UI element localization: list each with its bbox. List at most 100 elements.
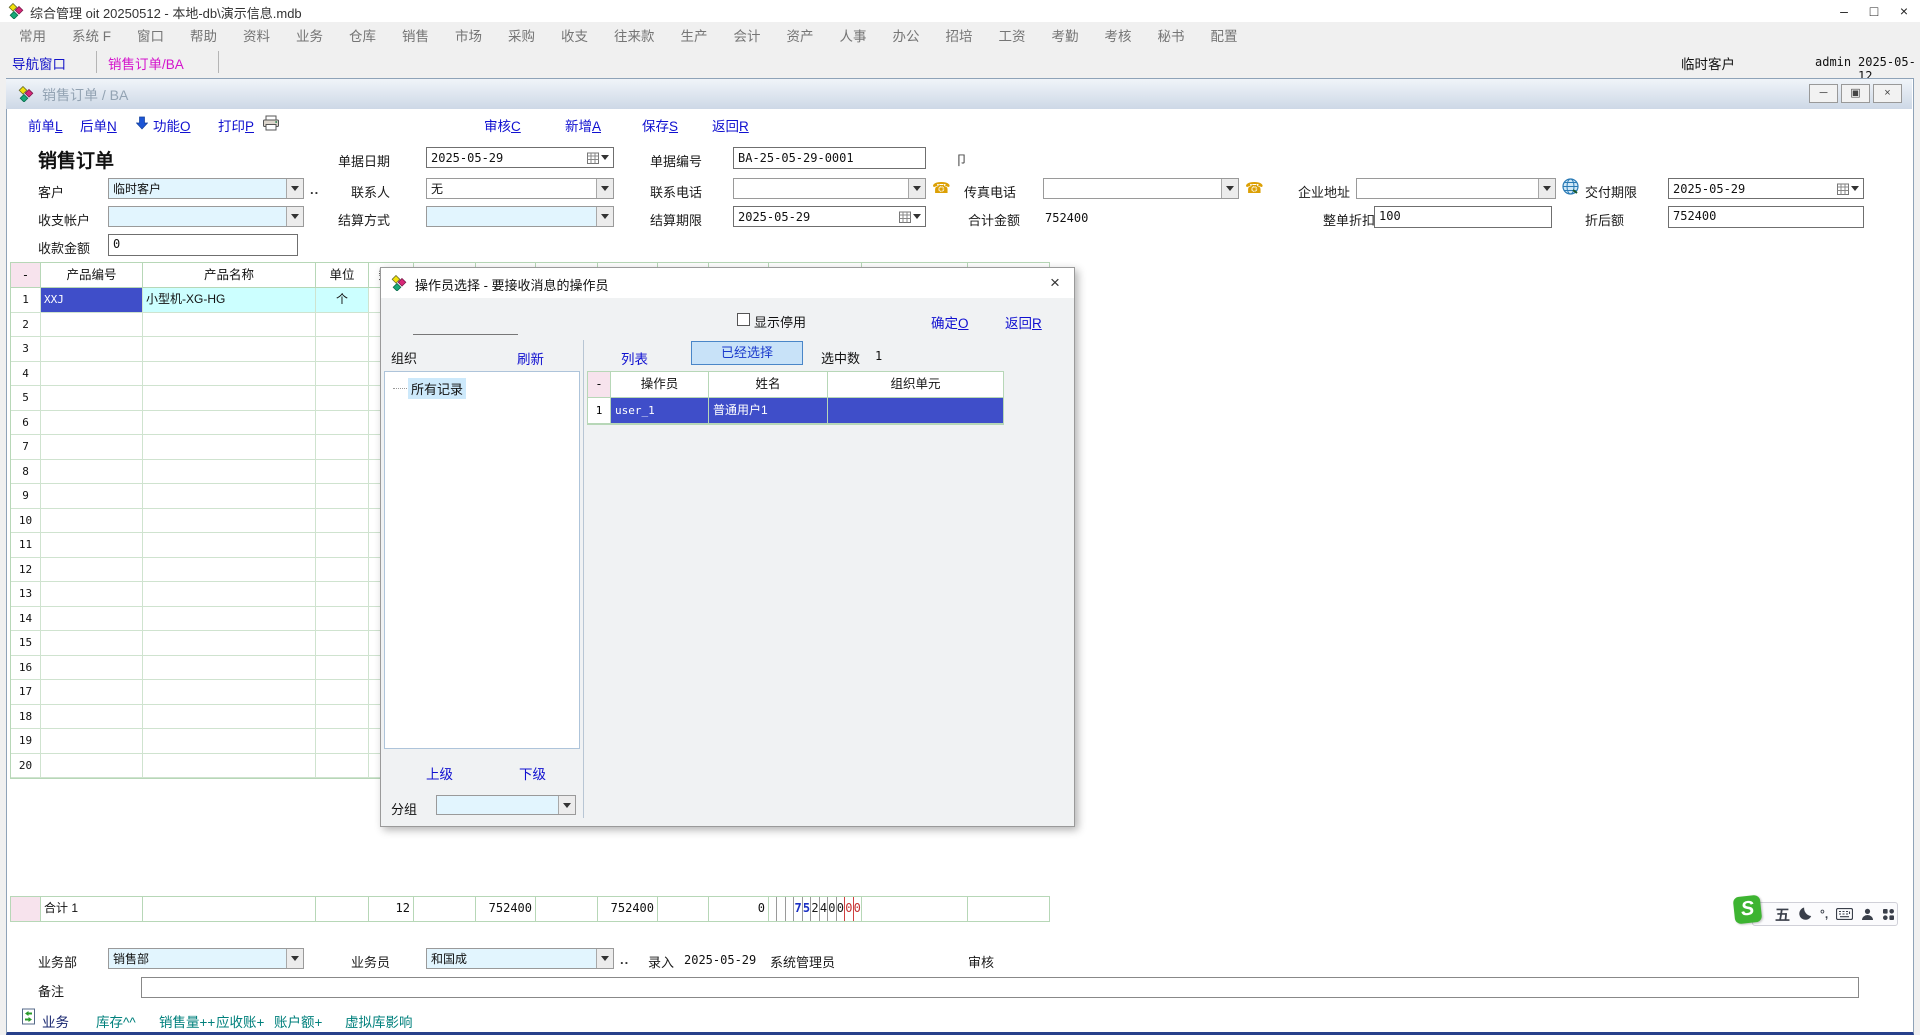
globe-icon[interactable] <box>1562 178 1579 195</box>
grid-cell[interactable] <box>143 362 316 387</box>
dropdown-arrow[interactable] <box>913 214 921 219</box>
back-button[interactable]: 返回R <box>712 115 749 135</box>
address-combo[interactable] <box>1356 178 1556 199</box>
grid-cell[interactable] <box>143 509 316 534</box>
grid-cell[interactable] <box>143 435 316 460</box>
grid-cell[interactable] <box>316 435 369 460</box>
fax-phone-icon[interactable]: ☎ <box>1245 179 1264 197</box>
refresh-link[interactable]: 刷新 <box>517 348 544 368</box>
dept-combo[interactable]: 销售部 <box>108 948 304 969</box>
menu-item[interactable]: 会计 <box>721 25 774 45</box>
operator-grid-row[interactable]: 1 user_1 普通用户1 <box>588 398 1003 424</box>
grid-cell[interactable] <box>41 362 143 387</box>
doc-minimize-button[interactable]: ─ <box>1809 84 1838 103</box>
menu-item[interactable]: 工资 <box>986 25 1039 45</box>
dropdown-button[interactable] <box>596 949 613 968</box>
tree-node-all-records[interactable]: 所有记录 <box>393 378 579 399</box>
dropdown-button[interactable] <box>596 179 613 198</box>
contact-combo[interactable]: 无 <box>426 178 614 199</box>
customer-combo[interactable]: 临时客户 <box>108 178 304 199</box>
footer-link-virtual-stock[interactable]: 虚拟库影响 <box>345 1011 413 1031</box>
doc-date-field[interactable]: 2025-05-29 <box>426 147 614 168</box>
grid-cell[interactable] <box>316 680 369 705</box>
menu-item[interactable]: 市场 <box>442 25 495 45</box>
footer-link-account-amt[interactable]: 账户额+ <box>274 1011 322 1031</box>
menu-item[interactable]: 考勤 <box>1039 25 1092 45</box>
grid-cell[interactable] <box>316 607 369 632</box>
received-input[interactable]: 0 <box>108 234 298 256</box>
menu-item[interactable]: 招培 <box>933 25 986 45</box>
grid-cell[interactable] <box>41 680 143 705</box>
printer-icon[interactable] <box>262 115 280 131</box>
grid-cell[interactable] <box>143 607 316 632</box>
grid-cell[interactable] <box>41 313 143 338</box>
row-number[interactable]: 18 <box>11 705 41 730</box>
discount-input[interactable]: 100 <box>1374 206 1552 228</box>
punctuation-icon[interactable]: °, <box>1820 907 1828 921</box>
menu-item[interactable]: 资料 <box>230 25 283 45</box>
org-cell[interactable] <box>828 398 1003 424</box>
row-number[interactable]: 17 <box>11 680 41 705</box>
menu-item[interactable]: 往来款 <box>601 25 668 45</box>
grid-cell[interactable] <box>143 460 316 485</box>
grid-cell[interactable] <box>143 484 316 509</box>
dialog-ok-button[interactable]: 确定O <box>931 312 969 332</box>
grid-cell[interactable] <box>143 337 316 362</box>
doc-close-button[interactable]: × <box>1873 84 1902 103</box>
dropdown-button[interactable] <box>286 949 303 968</box>
grid-cell[interactable]: XXJ <box>41 288 143 313</box>
dropdown-button[interactable] <box>1538 179 1555 198</box>
row-number[interactable]: 2 <box>11 313 41 338</box>
grid-cell[interactable] <box>41 631 143 656</box>
column-header-name[interactable]: 姓名 <box>709 372 828 398</box>
grid-cell[interactable] <box>41 411 143 436</box>
grid-cell[interactable]: 小型机-XG-HG <box>143 288 316 313</box>
grid-cell[interactable] <box>41 533 143 558</box>
phone-icon[interactable]: ☎ <box>932 179 951 197</box>
menu-item[interactable]: 常用 <box>6 25 59 45</box>
row-number[interactable]: 11 <box>11 533 41 558</box>
ime-mode-wubi[interactable]: 五 <box>1775 904 1790 925</box>
grid-cell[interactable] <box>316 705 369 730</box>
grid-cell[interactable] <box>316 582 369 607</box>
menu-item[interactable]: 资产 <box>774 25 827 45</box>
menu-item[interactable]: 销售 <box>389 25 442 45</box>
row-number[interactable]: 1 <box>588 398 611 424</box>
grid-cell[interactable] <box>41 337 143 362</box>
grid-cell[interactable] <box>316 754 369 779</box>
settle-due-field[interactable]: 2025-05-29 <box>733 206 926 227</box>
tab-sales-order[interactable]: 销售订单/BA <box>108 53 184 73</box>
grid-cell[interactable] <box>41 484 143 509</box>
footer-link-business[interactable]: 业务 <box>42 1011 69 1031</box>
window-close-button[interactable]: × <box>1890 0 1918 22</box>
salesman-browse-button[interactable]: .. <box>620 952 629 967</box>
dropdown-button[interactable] <box>558 796 575 814</box>
tab-list[interactable]: 列表 <box>621 348 648 368</box>
grid-cell[interactable] <box>41 582 143 607</box>
group-combo[interactable] <box>436 795 576 815</box>
grid-cell[interactable] <box>143 656 316 681</box>
menu-item[interactable]: 秘书 <box>1145 25 1198 45</box>
menu-item[interactable]: 考核 <box>1092 25 1145 45</box>
row-number[interactable]: 10 <box>11 509 41 534</box>
dropdown-button[interactable] <box>286 207 303 226</box>
grid-cell[interactable] <box>316 729 369 754</box>
dropdown-button[interactable] <box>908 179 925 198</box>
grid-cell[interactable] <box>316 386 369 411</box>
grid-cell[interactable] <box>143 411 316 436</box>
grid-cell[interactable] <box>316 533 369 558</box>
window-maximize-button[interactable]: □ <box>1860 0 1888 22</box>
menu-item[interactable]: 系统 F <box>59 25 124 45</box>
grid-cell[interactable] <box>316 313 369 338</box>
prev-doc-button[interactable]: 前单L <box>28 115 63 135</box>
menu-item[interactable]: 人事 <box>827 25 880 45</box>
grid-cell[interactable] <box>143 533 316 558</box>
delivery-date-field[interactable]: 2025-05-29 <box>1668 178 1864 199</box>
menu-item[interactable]: 配置 <box>1198 25 1251 45</box>
grid-cell[interactable] <box>316 362 369 387</box>
save-button[interactable]: 保存S <box>642 115 678 135</box>
salesman-combo[interactable]: 和国成 <box>426 948 614 969</box>
menu-item[interactable]: 办公 <box>880 25 933 45</box>
grid-cell[interactable] <box>143 558 316 583</box>
footer-link-receivable[interactable]: 应收账+ <box>216 1011 264 1031</box>
